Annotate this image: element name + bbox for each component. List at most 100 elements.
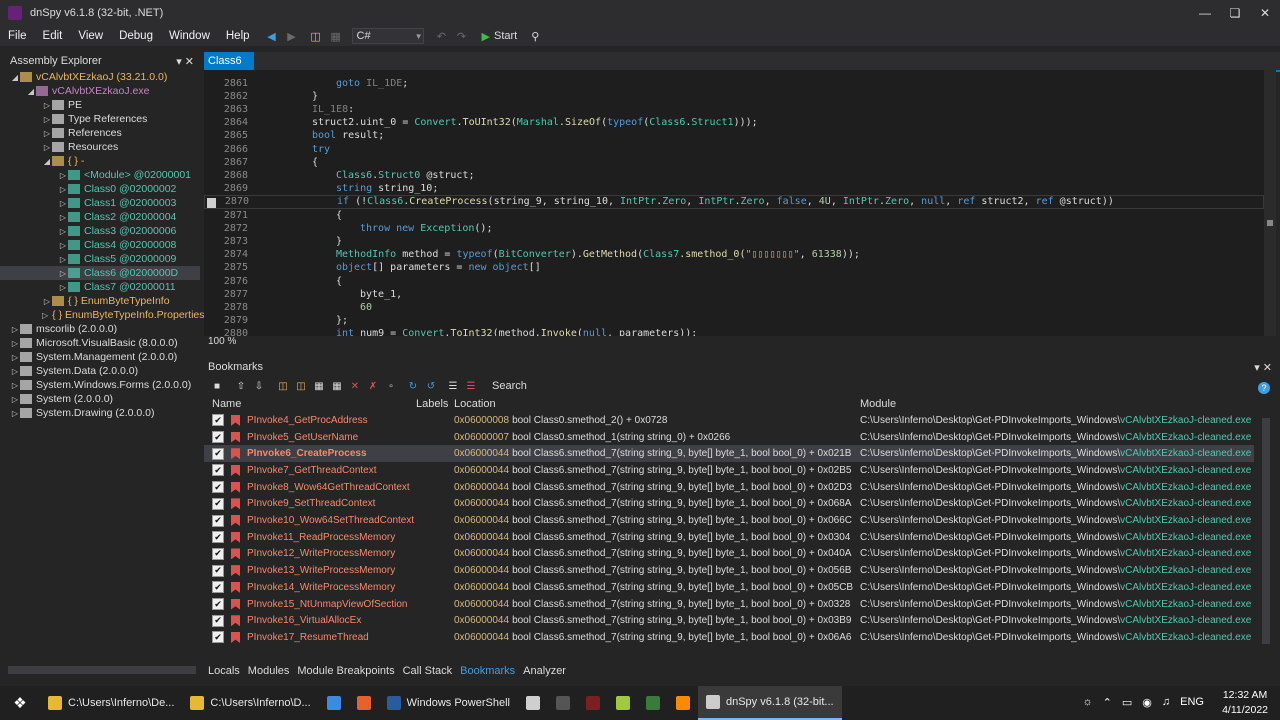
tree-item[interactable]: ◢ { } - <box>0 154 200 168</box>
taskbar-item[interactable]: dnSpy v6.1.8 (32-bit... <box>697 686 842 720</box>
collapse-arrow-icon[interactable]: ◢ <box>42 157 52 166</box>
table-row[interactable]: ✔ PInvoke4_GetProcAddress 0x06000008 bool C… <box>204 412 1254 429</box>
back-icon[interactable]: ◀ <box>264 28 280 44</box>
bookmark-name[interactable]: PInvoke4_GetProcAddress <box>247 415 368 426</box>
export-icon[interactable]: ↻ <box>406 379 420 393</box>
bookmark-name[interactable]: PInvoke13_WriteProcessMemory <box>247 565 395 576</box>
collapse-arrow-icon[interactable]: ◢ <box>26 87 36 96</box>
tree-item[interactable]: ▷ Type References <box>0 112 200 126</box>
enable-checkbox[interactable]: ✔ <box>212 547 224 560</box>
clock[interactable]: 12:32 AM 4/11/2022 <box>1222 688 1268 718</box>
tree-item[interactable]: ▷ System.Management (2.0.0.0) <box>0 350 200 364</box>
bottom-tab[interactable]: Analyzer <box>519 665 570 677</box>
vertical-scrollbar[interactable] <box>1262 418 1270 644</box>
search-icon[interactable]: ⚲ <box>527 28 543 44</box>
expand-arrow-icon[interactable]: ▷ <box>58 171 68 180</box>
expand-arrow-icon[interactable]: ▷ <box>58 255 68 264</box>
expand-arrow-icon[interactable]: ▷ <box>42 101 52 110</box>
help-icon[interactable]: ? <box>1258 382 1270 394</box>
column-name[interactable]: Name <box>212 398 241 410</box>
redo-icon[interactable]: ↷ <box>454 28 470 44</box>
language-indicator[interactable]: ENG <box>1180 696 1204 709</box>
enable-checkbox[interactable]: ✔ <box>212 431 224 444</box>
bookmark-name[interactable]: PInvoke15_NtUnmapViewOfSection <box>247 599 407 610</box>
bookmark-name[interactable]: PInvoke17_ResumeThread <box>247 632 369 643</box>
tree-item[interactable]: ▷ System.Windows.Forms (2.0.0.0) <box>0 378 200 392</box>
taskbar-item[interactable] <box>608 686 638 720</box>
tree-item[interactable]: ▷ Microsoft.VisualBasic (8.0.0.0) <box>0 336 200 350</box>
next-in-doc-icon[interactable]: ◫ <box>294 379 308 393</box>
bookmark-name[interactable]: PInvoke10_Wow64SetThreadContext <box>247 515 414 526</box>
enable-checkbox[interactable]: ✔ <box>212 514 224 527</box>
table-row[interactable]: ✔ PInvoke9_SetThreadContext 0x06000044 bool… <box>204 496 1254 513</box>
prev-bookmark-icon[interactable]: ⇧ <box>234 379 248 393</box>
menu-edit[interactable]: Edit <box>35 30 71 42</box>
bookmark-name[interactable]: PInvoke7_GetThreadContext <box>247 465 377 476</box>
expand-arrow-icon[interactable]: ▷ <box>42 129 52 138</box>
tree-item[interactable]: ▷ PE <box>0 98 200 112</box>
bottom-tab[interactable]: Bookmarks <box>456 665 519 677</box>
tree-item[interactable]: ▷ System.Drawing (2.0.0.0) <box>0 406 200 420</box>
table-row[interactable]: ✔ PInvoke12_WriteProcessMemory 0x06000044 b… <box>204 546 1254 563</box>
forward-icon[interactable]: ▶ <box>284 28 300 44</box>
column-labels[interactable]: Labels <box>416 398 448 410</box>
taskbar-item[interactable] <box>578 686 608 720</box>
expand-arrow-icon[interactable]: ▷ <box>58 185 68 194</box>
tree-item[interactable]: ▷ Class5 @02000009 <box>0 252 200 266</box>
horizontal-scrollbar[interactable] <box>8 666 196 674</box>
network-icon[interactable]: ☼ <box>1083 696 1093 709</box>
menu-file[interactable]: File <box>0 30 35 42</box>
tree-item[interactable]: ▷ { } EnumByteTypeInfo <box>0 294 200 308</box>
enable-checkbox[interactable]: ✔ <box>212 564 224 577</box>
tree-item[interactable]: ◢ vCAlvbtXEzkaoJ (33.21.0.0) <box>0 70 200 84</box>
bookmark-name[interactable]: PInvoke12_WriteProcessMemory <box>247 548 395 559</box>
table-row[interactable]: ✔ PInvoke7_GetThreadContext 0x06000044 bool… <box>204 462 1254 479</box>
minimize-button[interactable]: — <box>1190 0 1220 26</box>
expand-arrow-icon[interactable]: ▷ <box>58 227 68 236</box>
expand-arrow-icon[interactable]: ▷ <box>58 213 68 222</box>
table-row[interactable]: ✔ PInvoke15_NtUnmapViewOfSection 0x0600004… <box>204 596 1254 613</box>
bookmark-name[interactable]: PInvoke16_VirtualAllocEx <box>247 615 361 626</box>
tree-item[interactable]: ▷ Class0 @02000002 <box>0 182 200 196</box>
bottom-tab[interactable]: Modules <box>244 665 294 677</box>
tree-item[interactable]: ▷ System.Data (2.0.0.0) <box>0 364 200 378</box>
taskbar-item[interactable] <box>319 686 349 720</box>
enable-checkbox[interactable]: ✔ <box>212 497 224 510</box>
bookmark-marker-icon[interactable] <box>207 197 216 208</box>
enable-checkbox[interactable]: ✔ <box>212 581 224 594</box>
table-row[interactable]: ✔ PInvoke5_GetUserName 0x06000007 bool Clas… <box>204 429 1254 446</box>
open-list-icon[interactable]: ▦ <box>328 28 344 44</box>
enable-checkbox[interactable]: ✔ <box>212 531 224 544</box>
tree-item[interactable]: ▷ { } EnumByteTypeInfo.Properties <box>0 308 205 322</box>
enable-checkbox[interactable]: ✔ <box>212 447 224 460</box>
expand-arrow-icon[interactable]: ▷ <box>10 409 20 418</box>
taskbar-item[interactable] <box>349 686 379 720</box>
bookmark-name[interactable]: PInvoke14_WriteProcessMemory <box>247 582 395 593</box>
filter-icon[interactable]: ☰ <box>446 379 460 393</box>
start-button[interactable]: ▶ Start <box>482 30 518 43</box>
table-row[interactable]: ✔ PInvoke14_WriteProcessMemory 0x06000044 b… <box>204 579 1254 596</box>
menu-window[interactable]: Window <box>161 30 218 42</box>
next-bookmark-icon[interactable]: ⇩ <box>252 379 266 393</box>
delete-icon[interactable]: ✕ <box>348 379 362 393</box>
tree-item[interactable]: ▷ Class1 @02000003 <box>0 196 200 210</box>
expand-arrow-icon[interactable]: ▷ <box>10 325 20 334</box>
toggle-bookmark-icon[interactable]: ■ <box>210 379 224 393</box>
tree-item[interactable]: ▷ Class3 @02000006 <box>0 224 200 238</box>
expand-arrow-icon[interactable]: ▷ <box>42 143 52 152</box>
expand-arrow-icon[interactable]: ▷ <box>42 311 48 320</box>
menu-debug[interactable]: Debug <box>111 30 161 42</box>
expand-arrow-icon[interactable]: ▷ <box>10 339 20 348</box>
table-row[interactable]: ✔ PInvoke11_ReadProcessMemory 0x06000044 bo… <box>204 529 1254 546</box>
tree-item[interactable]: ▷ Class6 @0200000D <box>0 266 200 280</box>
expand-arrow-icon[interactable]: ▷ <box>10 381 20 390</box>
table-row[interactable]: ✔ PInvoke17_ResumeThread 0x06000044 bool Cl… <box>204 629 1254 646</box>
taskbar-item[interactable] <box>668 686 698 720</box>
menu-help[interactable]: Help <box>218 30 258 42</box>
bottom-tab[interactable]: Locals <box>204 665 244 677</box>
import-icon[interactable]: ↺ <box>424 379 438 393</box>
language-select[interactable]: C# ▼ <box>351 28 424 44</box>
expand-arrow-icon[interactable]: ▷ <box>10 367 20 376</box>
collapse-arrow-icon[interactable]: ◢ <box>10 73 20 82</box>
taskbar-item[interactable] <box>638 686 668 720</box>
